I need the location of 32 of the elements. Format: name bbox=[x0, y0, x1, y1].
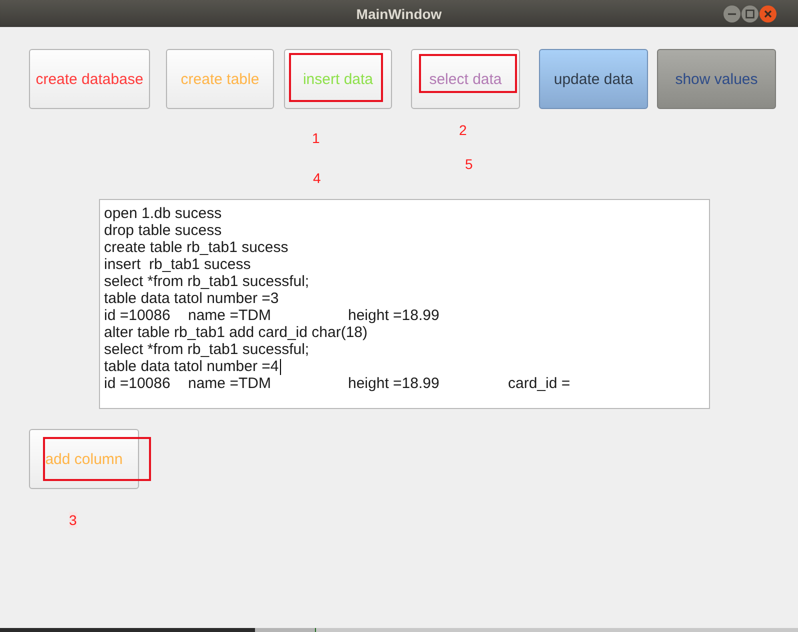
log-line: open 1.db sucess bbox=[104, 205, 222, 222]
annotation-number: 3 bbox=[69, 512, 77, 528]
annotation-number: 5 bbox=[465, 156, 473, 172]
log-field: name =TDM bbox=[188, 375, 348, 392]
toolbar-button[interactable]: create database bbox=[29, 49, 150, 109]
log-text-area[interactable] bbox=[99, 199, 710, 409]
log-field: height =18.99 bbox=[348, 375, 508, 392]
toolbar-button[interactable]: update data bbox=[539, 49, 648, 109]
log-line: alter table rb_tab1 add card_id char(18) bbox=[104, 324, 368, 341]
log-field: id =10086 bbox=[104, 307, 188, 324]
log-line: drop table sucess bbox=[104, 222, 222, 239]
log-line: insert rb_tab1 sucess bbox=[104, 256, 251, 273]
log-line: table data tatol number =4 bbox=[104, 358, 279, 375]
log-field: name =TDM bbox=[188, 307, 348, 324]
maximize-icon[interactable] bbox=[741, 4, 759, 22]
toolbar-button[interactable]: select data bbox=[411, 49, 520, 109]
log-line: create table rb_tab1 sucess bbox=[104, 239, 288, 256]
minimize-icon[interactable] bbox=[723, 4, 741, 22]
log-field: height =18.99 bbox=[348, 307, 508, 324]
annotation-number: 2 bbox=[459, 122, 467, 138]
log-field: id =10086 bbox=[104, 375, 188, 392]
log-field: card_id = bbox=[508, 375, 570, 392]
close-icon[interactable] bbox=[759, 4, 777, 22]
log-line: table data tatol number =3 bbox=[104, 290, 279, 307]
log-line: select *from rb_tab1 sucessful; bbox=[104, 273, 310, 290]
add-column-button[interactable]: add column bbox=[29, 429, 139, 489]
window-title: MainWindow bbox=[356, 6, 442, 22]
toolbar-button[interactable]: create table bbox=[166, 49, 274, 109]
annotation-number: 1 bbox=[312, 130, 320, 146]
toolbar-button[interactable]: show values bbox=[657, 49, 776, 109]
log-line: select *from rb_tab1 sucessful; bbox=[104, 341, 310, 358]
annotation-number: 4 bbox=[313, 170, 321, 186]
